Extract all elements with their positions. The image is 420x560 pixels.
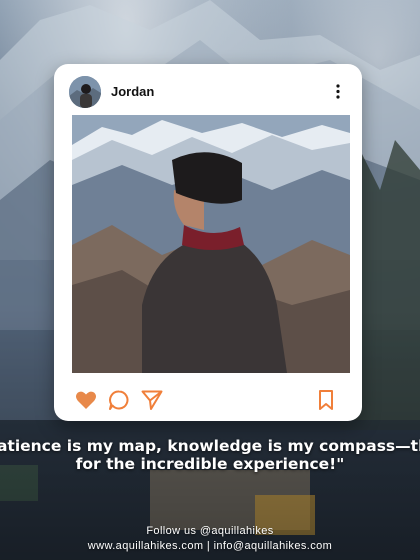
username[interactable]: Jordan (111, 84, 154, 99)
comment-icon[interactable] (107, 388, 131, 412)
social-post-card: Jordan (54, 64, 362, 421)
avatar[interactable] (69, 76, 101, 108)
post-actions (54, 382, 362, 418)
heart-icon[interactable] (74, 388, 98, 412)
hiker-photo (72, 115, 350, 373)
follow-text: Follow us @aquillahikes (146, 525, 274, 537)
more-vertical-icon[interactable] (336, 84, 340, 99)
testimonial-caption: Patience is my map, knowledge is my comp… (0, 437, 420, 473)
promo-page: Jordan atience is my map, knowledge is m… (0, 0, 420, 560)
footer: Follow us @aquillahikes www.aquillahikes… (0, 524, 420, 554)
post-photo (72, 115, 350, 373)
send-icon[interactable] (140, 388, 164, 412)
caption-line-1: Patience is my map, knowledge is my comp… (0, 437, 420, 455)
caption-line-2: for the incredible experience!" (75, 455, 345, 473)
bookmark-icon[interactable] (314, 388, 338, 412)
contact-text: www.aquillahikes.com | info@aquillahikes… (87, 540, 333, 552)
post-header: Jordan (54, 64, 362, 116)
